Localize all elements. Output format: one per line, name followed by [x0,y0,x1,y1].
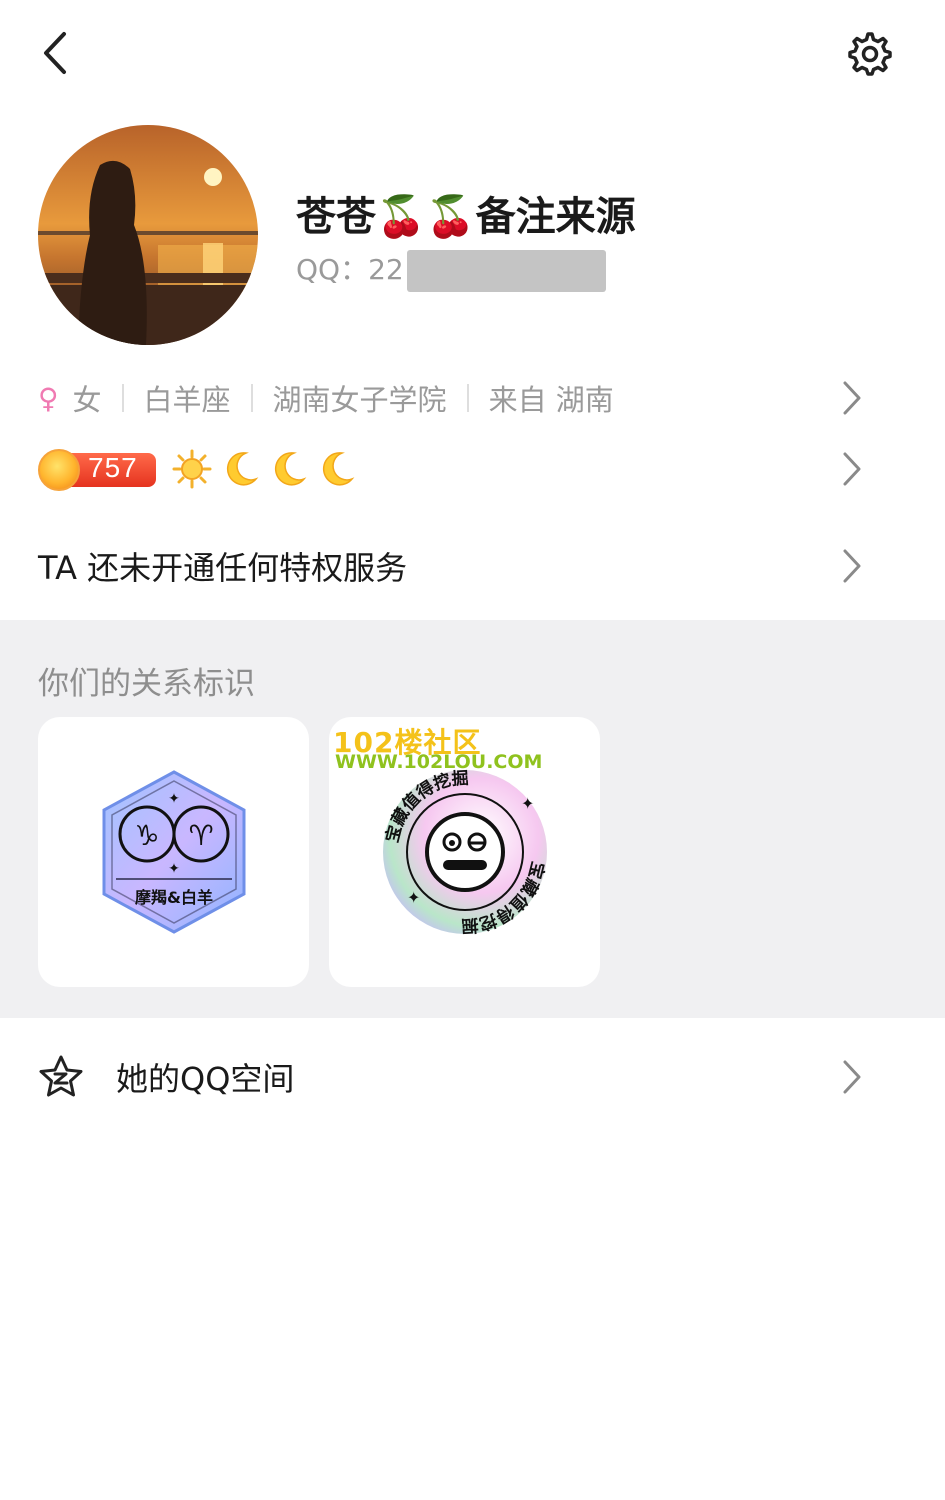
moon-icon [274,452,307,486]
level-row[interactable]: 757 [38,442,908,496]
svg-text:✦: ✦ [168,861,180,877]
watermark-url: WWW.102LOU.COM [335,751,543,773]
level-number: 757 [88,452,138,483]
qq-redaction [407,250,606,292]
level-badge: 757 [38,449,156,491]
qq-label: QQ： [296,253,369,286]
nickname: 苍苍🍒🍒备注来源 [296,194,636,240]
top-bar [0,0,945,110]
qzone-label: 她的QQ空间 [116,1060,295,1098]
svg-text:♑: ♑ [134,819,159,852]
qq-number: QQ：22 [296,248,404,288]
divider [250,384,253,412]
profile-info-row[interactable]: ♀ 女 白羊座 湖南女子学院 来自 湖南 [38,372,908,424]
chevron-right-icon [843,1060,861,1094]
svg-text:♈: ♈ [188,819,213,852]
badge-label: 摩羯&白羊 [135,888,213,907]
back-chevron-icon[interactable] [32,28,82,78]
gear-icon[interactable] [846,30,894,78]
zodiac-text: 白羊座 [143,383,231,417]
avatar[interactable] [38,125,258,345]
relationship-badge-card[interactable]: ♑ ♈ ✦ ✦ 摩羯&白羊 [38,717,309,987]
relationship-badge-card[interactable]: 宝藏值得挖掘 宝藏值得挖掘 ✦ ✦ 102楼社区 WWW.102LOU.COM [329,717,600,987]
gender-text: 女 [72,383,102,417]
school-text: 湖南女子学院 [272,383,447,417]
crown-coin-icon [38,449,80,491]
privilege-text: TA 还未开通任何特权服务 [38,549,408,587]
zodiac-badge-icon: ♑ ♈ ✦ ✦ 摩羯&白羊 [102,770,246,934]
star-z-icon [39,1055,83,1097]
svg-text:✦: ✦ [521,794,534,813]
relationship-title: 你们的关系标识 [38,666,255,702]
relationship-section: 你们的关系标识 ♑ ♈ ✦ ✦ 摩羯&白羊 宝藏值得挖掘 宝藏值得挖掘 ✦ ✦ … [0,620,945,1018]
hometown-text: 来自 湖南 [488,383,614,417]
divider [466,384,469,412]
chevron-right-icon [843,381,861,415]
qzone-row[interactable]: 她的QQ空间 [38,1048,908,1106]
moon-icon [226,452,259,486]
chevron-right-icon [843,452,861,486]
female-icon: ♀ [38,381,59,415]
privilege-row[interactable]: TA 还未开通任何特权服务 [38,538,908,594]
chevron-right-icon [843,549,861,583]
qq-partial: 22 [368,253,404,286]
divider [121,384,124,412]
moon-icon [322,452,355,486]
sun-icon [172,449,212,489]
svg-text:✦: ✦ [407,888,420,907]
svg-text:✦: ✦ [168,791,180,807]
